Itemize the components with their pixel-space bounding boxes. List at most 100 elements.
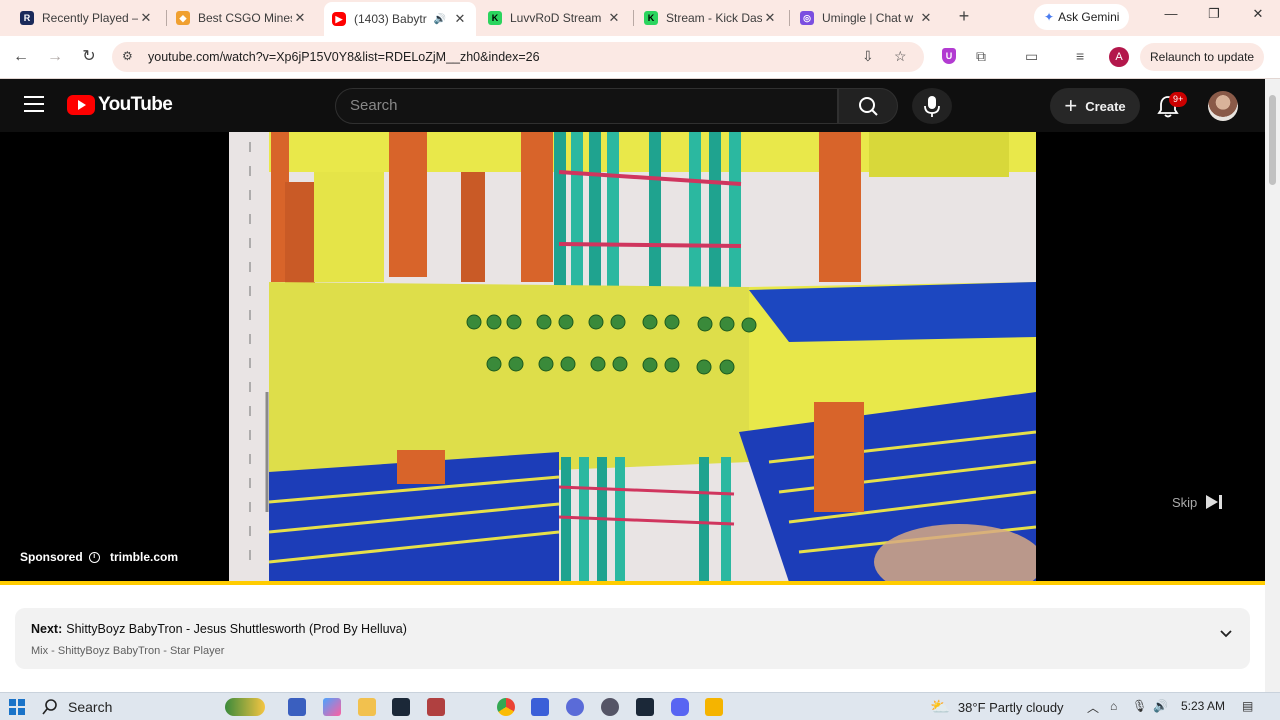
app-icon[interactable] <box>427 698 445 716</box>
voice-search-button[interactable] <box>912 88 952 124</box>
reload-button[interactable]: ↻ <box>78 46 100 68</box>
tab-title: Recently Played – <box>42 11 138 25</box>
microphone-icon[interactable]: 🎙 <box>1132 699 1147 713</box>
youtube-wordmark: YouTube <box>98 94 173 115</box>
weather-text: 38°F Partly cloudy <box>957 699 1064 715</box>
windows-start-icon[interactable] <box>9 699 25 715</box>
up-next-card[interactable]: Next: ShittyBoyz BabyTron - Jesus Shuttle… <box>15 608 1250 669</box>
close-icon[interactable]: ✕ <box>606 10 622 26</box>
tab-luvvrod-stream[interactable]: K LuvvRoD Stream ✕ <box>480 4 630 32</box>
back-button[interactable]: ← <box>10 46 32 68</box>
ask-gemini-label: Ask Gemini <box>1058 10 1120 24</box>
video-frame[interactable] <box>229 132 1036 582</box>
address-bar[interactable]: ⚙ youtube.com/watch?v=Xp6jP15V0Y8&list=R… <box>112 42 924 72</box>
taskbar-search[interactable]: Search <box>42 695 112 719</box>
tab-title: Umingle | Chat w <box>822 11 914 25</box>
tab-title: Best CSGO Mines <box>198 11 292 25</box>
search-box[interactable] <box>335 88 838 124</box>
r-icon: R <box>20 11 34 25</box>
site-info-icon[interactable]: ⚙ <box>122 49 133 63</box>
scrollbar-thumb[interactable] <box>1269 95 1276 185</box>
youtube-icon: ▶ <box>332 12 346 26</box>
file-explorer-icon[interactable] <box>358 698 376 716</box>
tab-title: (1403) Babytr <box>354 12 427 26</box>
tab-recently-played[interactable]: R Recently Played – ✕ <box>12 4 162 32</box>
create-label: Create <box>1085 98 1126 114</box>
task-view-icon[interactable] <box>288 698 306 716</box>
media-controls-icon[interactable]: ≡ <box>1076 48 1084 64</box>
close-icon[interactable]: ✕ <box>292 10 308 26</box>
profile-avatar[interactable]: A <box>1109 47 1129 67</box>
search-button[interactable] <box>838 88 898 124</box>
chevron-down-icon[interactable] <box>1220 628 1232 640</box>
tab-kick-stream[interactable]: K Stream - Kick Das ✕ <box>636 4 786 32</box>
account-avatar[interactable] <box>1208 91 1238 121</box>
chevron-up-icon[interactable]: ︿ <box>1087 699 1099 716</box>
url-text[interactable]: youtube.com/watch?v=Xp6jP15V0Y8&list=RDE… <box>148 50 540 64</box>
steam-icon[interactable] <box>636 698 654 716</box>
browser-tab-strip: R Recently Played – ✕ ◆ Best CSGO Mines … <box>0 0 1280 36</box>
youtube-masthead: YouTube + Create 9+ <box>0 79 1265 132</box>
sponsored-text: Sponsored <box>20 550 83 564</box>
windows-taskbar: Search ⛅ 38°F Partly cloudy ︿ ⌂ 🎙 🔊 5:23… <box>0 692 1280 720</box>
extensions-icon[interactable]: ⧉ <box>976 48 986 65</box>
close-window-button[interactable]: ✕ <box>1243 6 1273 22</box>
search-input[interactable] <box>350 97 820 114</box>
app-icon-gray[interactable] <box>601 698 619 716</box>
relaunch-to-update-button[interactable]: Relaunch to update <box>1140 43 1265 71</box>
minimize-button[interactable]: — <box>1156 6 1186 21</box>
advertiser-link[interactable]: trimble.com <box>110 550 178 564</box>
skip-label: Skip <box>1172 494 1198 510</box>
discord-icon[interactable] <box>671 698 689 716</box>
skip-next-icon <box>1206 495 1223 509</box>
tab-umingle[interactable]: ◎ Umingle | Chat w ✕ <box>792 4 942 32</box>
kick-icon: K <box>488 11 502 25</box>
umingle-icon: ◎ <box>800 11 814 25</box>
plus-icon: + <box>1064 93 1078 118</box>
ask-gemini-button[interactable]: ✦ Ask Gemini <box>1034 4 1130 30</box>
video-player[interactable]: Sponsored i trimble.com Skip <box>0 132 1265 585</box>
close-icon[interactable]: ✕ <box>138 10 154 26</box>
up-next-title-line: Next: ShittyBoyz BabyTron - Jesus Shuttle… <box>31 622 407 636</box>
up-next-prefix: Next: <box>31 622 63 636</box>
youtube-play-icon <box>67 95 95 115</box>
create-button[interactable]: + Create <box>1050 88 1140 124</box>
close-icon[interactable]: ✕ <box>452 11 468 27</box>
skip-ad-button[interactable]: Skip <box>1172 494 1223 510</box>
bookmark-star-icon[interactable]: ☆ <box>894 48 907 65</box>
close-icon[interactable]: ✕ <box>762 10 778 26</box>
tab-best-csgo-mines[interactable]: ◆ Best CSGO Mines ✕ <box>168 4 316 32</box>
weather-widget[interactable]: ⛅ 38°F Partly cloudy <box>930 697 1064 717</box>
menu-icon[interactable] <box>24 96 44 112</box>
chrome-icon[interactable] <box>497 698 515 716</box>
info-icon[interactable]: i <box>88 551 100 563</box>
speaker-icon[interactable]: 🔊 <box>434 14 446 25</box>
up-next-title: ShittyBoyz BabyTron - Jesus Shuttleswort… <box>66 622 407 636</box>
new-tab-button[interactable]: + <box>954 6 974 26</box>
restore-button[interactable]: ❐ <box>1199 6 1229 22</box>
ublock-extension-icon[interactable]: U <box>942 48 956 64</box>
steam-icon[interactable] <box>392 698 410 716</box>
browser-toolbar: ← → ↻ ⚙ youtube.com/watch?v=Xp6jP15V0Y8&… <box>0 36 1280 79</box>
side-panel-icon[interactable]: ▭ <box>1025 48 1038 65</box>
app-icon-blue[interactable] <box>531 698 549 716</box>
youtube-logo[interactable]: YouTube <box>67 94 173 116</box>
app-icon-yellow[interactable] <box>705 698 723 716</box>
forward-button[interactable]: → <box>44 46 66 68</box>
up-next-subtitle: Mix - ShittyBoyz BabyTron - Star Player <box>31 645 225 657</box>
copilot-icon[interactable] <box>323 698 341 716</box>
app-icon-purple[interactable] <box>566 698 584 716</box>
tab-title: Stream - Kick Das <box>666 11 762 25</box>
microphone-icon <box>924 96 940 117</box>
kick-icon: K <box>644 11 658 25</box>
widget-icon[interactable] <box>225 698 265 716</box>
page-scrollbar[interactable] <box>1265 79 1280 692</box>
network-icon[interactable]: ⌂ <box>1110 699 1117 713</box>
sponsored-label[interactable]: Sponsored i <box>20 550 100 564</box>
taskbar-clock[interactable]: 5:23 AM <box>1181 699 1225 713</box>
volume-icon[interactable]: 🔊 <box>1153 699 1168 713</box>
tab-youtube-active[interactable]: ▶ (1403) Babytr 🔊 ✕ <box>324 2 476 36</box>
install-app-icon[interactable]: ⇩ <box>862 48 874 65</box>
notification-center-icon[interactable]: ▤ <box>1242 699 1253 713</box>
close-icon[interactable]: ✕ <box>918 10 934 26</box>
